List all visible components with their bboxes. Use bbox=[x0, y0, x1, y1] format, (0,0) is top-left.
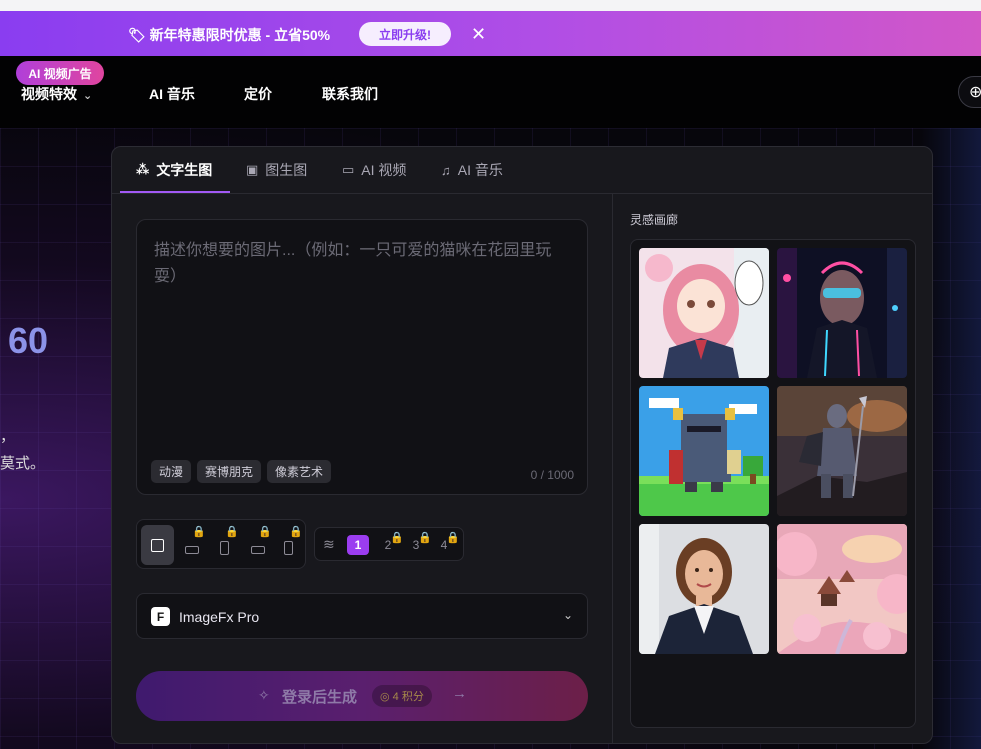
gallery-image-armored-warrior[interactable] bbox=[777, 386, 907, 516]
chevron-down-icon: ⌄ bbox=[83, 90, 93, 102]
main-navbar: AI 视频广告 视频特效 ⌄ AI 音乐 定价 联系我们 ⊕ bbox=[0, 56, 981, 128]
count-option-3[interactable]: 3 🔒 bbox=[405, 532, 432, 555]
credit-cost-badge: ◎ 4 积分 bbox=[372, 685, 432, 707]
tab-ai-video[interactable]: ▭ AI 视频 bbox=[342, 147, 406, 193]
char-counter: 0 / 1000 bbox=[530, 468, 574, 482]
gallery-image-sakura-landscape[interactable] bbox=[777, 524, 907, 654]
square-ratio-icon bbox=[151, 538, 164, 552]
lock-icon: 🔒 bbox=[225, 526, 239, 538]
count-option-1[interactable]: 1 bbox=[347, 535, 369, 555]
nav-pricing[interactable]: 定价 bbox=[244, 84, 272, 104]
model-name: ImageFx Pro bbox=[179, 609, 260, 625]
lock-icon: 🔒 bbox=[192, 526, 206, 538]
nav-contact[interactable]: 联系我们 bbox=[322, 84, 378, 104]
tall-ratio-icon bbox=[284, 541, 293, 555]
video-icon: ▭ bbox=[342, 162, 355, 177]
coin-icon: ◎ bbox=[380, 690, 393, 703]
inspiration-gallery bbox=[630, 239, 916, 728]
gallery-title: 灵感画廊 bbox=[630, 213, 679, 227]
sale-icon: 🏷 bbox=[128, 27, 150, 43]
count-option-4[interactable]: 4 🔒 bbox=[433, 532, 460, 555]
layers-icon: ≋ bbox=[323, 536, 335, 552]
promo-banner: 🏷 新年特惠限时优惠 - 立省50% 立即升级! ✕ bbox=[0, 11, 981, 56]
wide-ratio-icon bbox=[250, 546, 265, 554]
tab-ai-music[interactable]: ♫ AI 音乐 bbox=[441, 147, 503, 193]
tab-text-to-image[interactable]: ⁂ 文字生图 bbox=[136, 147, 212, 193]
lock-icon: 🔒 bbox=[418, 532, 432, 544]
gallery-image-business-portrait[interactable] bbox=[639, 524, 769, 654]
portrait-ratio-icon bbox=[220, 541, 229, 555]
chevron-down-icon: ⌄ bbox=[562, 608, 573, 622]
lock-icon: 🔒 bbox=[258, 526, 272, 538]
ratio-landscape-wide[interactable]: 🔒 bbox=[241, 525, 274, 565]
music-icon: ♫ bbox=[441, 162, 451, 178]
ratio-square[interactable] bbox=[141, 525, 174, 565]
gallery-image-cyberpunk-woman[interactable] bbox=[777, 248, 907, 378]
model-dropdown[interactable]: F ImageFx Pro ⌄ bbox=[136, 593, 588, 639]
active-tab-indicator bbox=[120, 191, 230, 193]
gallery-image-anime-schoolgirl[interactable] bbox=[639, 248, 769, 378]
model-logo-icon: F bbox=[151, 607, 170, 626]
gallery-image-pixel-knight[interactable] bbox=[639, 386, 769, 516]
hero-number: 60 bbox=[8, 320, 49, 361]
landscape-ratio-icon bbox=[184, 546, 199, 554]
panel-divider bbox=[612, 194, 613, 743]
style-chips: 动漫 赛博朋克 像素艺术 bbox=[151, 460, 332, 483]
close-icon[interactable]: ✕ bbox=[471, 24, 486, 45]
aspect-ratio-selector: 🔒 🔒 🔒 🔒 bbox=[136, 519, 306, 569]
globe-icon: ⊕ bbox=[969, 84, 981, 101]
ratio-landscape[interactable]: 🔒 bbox=[175, 525, 208, 565]
image-icon: ▣ bbox=[246, 162, 259, 177]
lock-icon: 🔒 bbox=[446, 532, 460, 544]
generate-button[interactable]: ✧ 登录后生成 ◎ 4 积分 → bbox=[136, 671, 588, 721]
tab-image-to-image[interactable]: ▣ 图生图 bbox=[246, 147, 307, 193]
arrow-right-icon: → bbox=[452, 685, 467, 702]
magic-wand-icon: ⁂ bbox=[136, 162, 150, 177]
image-count-selector: ≋ 1 2 🔒 3 🔒 4 🔒 bbox=[314, 527, 464, 561]
browser-top-strip bbox=[0, 0, 981, 11]
prompt-placeholder: 描述你想要的图片...（例如：一只可爱的猫咪在花园里玩耍） bbox=[154, 242, 552, 285]
hero-text-fragment: 莫式。 bbox=[0, 455, 46, 472]
mode-tabs: ⁂ 文字生图 ▣ 图生图 ▭ AI 视频 ♫ AI 音乐 bbox=[112, 147, 932, 194]
chip-anime[interactable]: 动漫 bbox=[151, 460, 192, 483]
ai-video-ad-badge[interactable]: AI 视频广告 bbox=[16, 61, 104, 85]
promo-text: 🏷 新年特惠限时优惠 - 立省50% bbox=[128, 27, 331, 43]
sparkle-icon: ✧ bbox=[258, 687, 270, 703]
count-option-2[interactable]: 2 🔒 bbox=[377, 532, 404, 555]
ratio-portrait-tall[interactable]: 🔒 bbox=[272, 525, 305, 565]
lock-icon: 🔒 bbox=[289, 526, 303, 538]
nav-ai-music[interactable]: AI 音乐 bbox=[149, 84, 195, 104]
language-button[interactable]: ⊕ bbox=[958, 76, 981, 108]
generator-panel: ⁂ 文字生图 ▣ 图生图 ▭ AI 视频 ♫ AI 音乐 描述你想要的图片...（例如：… bbox=[111, 146, 933, 744]
ratio-portrait[interactable]: 🔒 bbox=[208, 525, 241, 565]
lock-icon: 🔒 bbox=[390, 532, 404, 544]
chip-cyberpunk[interactable]: 赛博朋克 bbox=[197, 460, 262, 483]
prompt-input[interactable]: 描述你想要的图片...（例如：一只可爱的猫咪在花园里玩耍） 动漫 赛博朋克 像素… bbox=[136, 219, 588, 495]
hero-text-fragment: ， bbox=[0, 428, 16, 445]
chip-pixel-art[interactable]: 像素艺术 bbox=[267, 460, 332, 483]
nav-video-effects[interactable]: 视频特效 ⌄ bbox=[21, 84, 92, 104]
upgrade-button[interactable]: 立即升级! bbox=[359, 22, 451, 46]
generate-label: 登录后生成 bbox=[282, 689, 358, 706]
